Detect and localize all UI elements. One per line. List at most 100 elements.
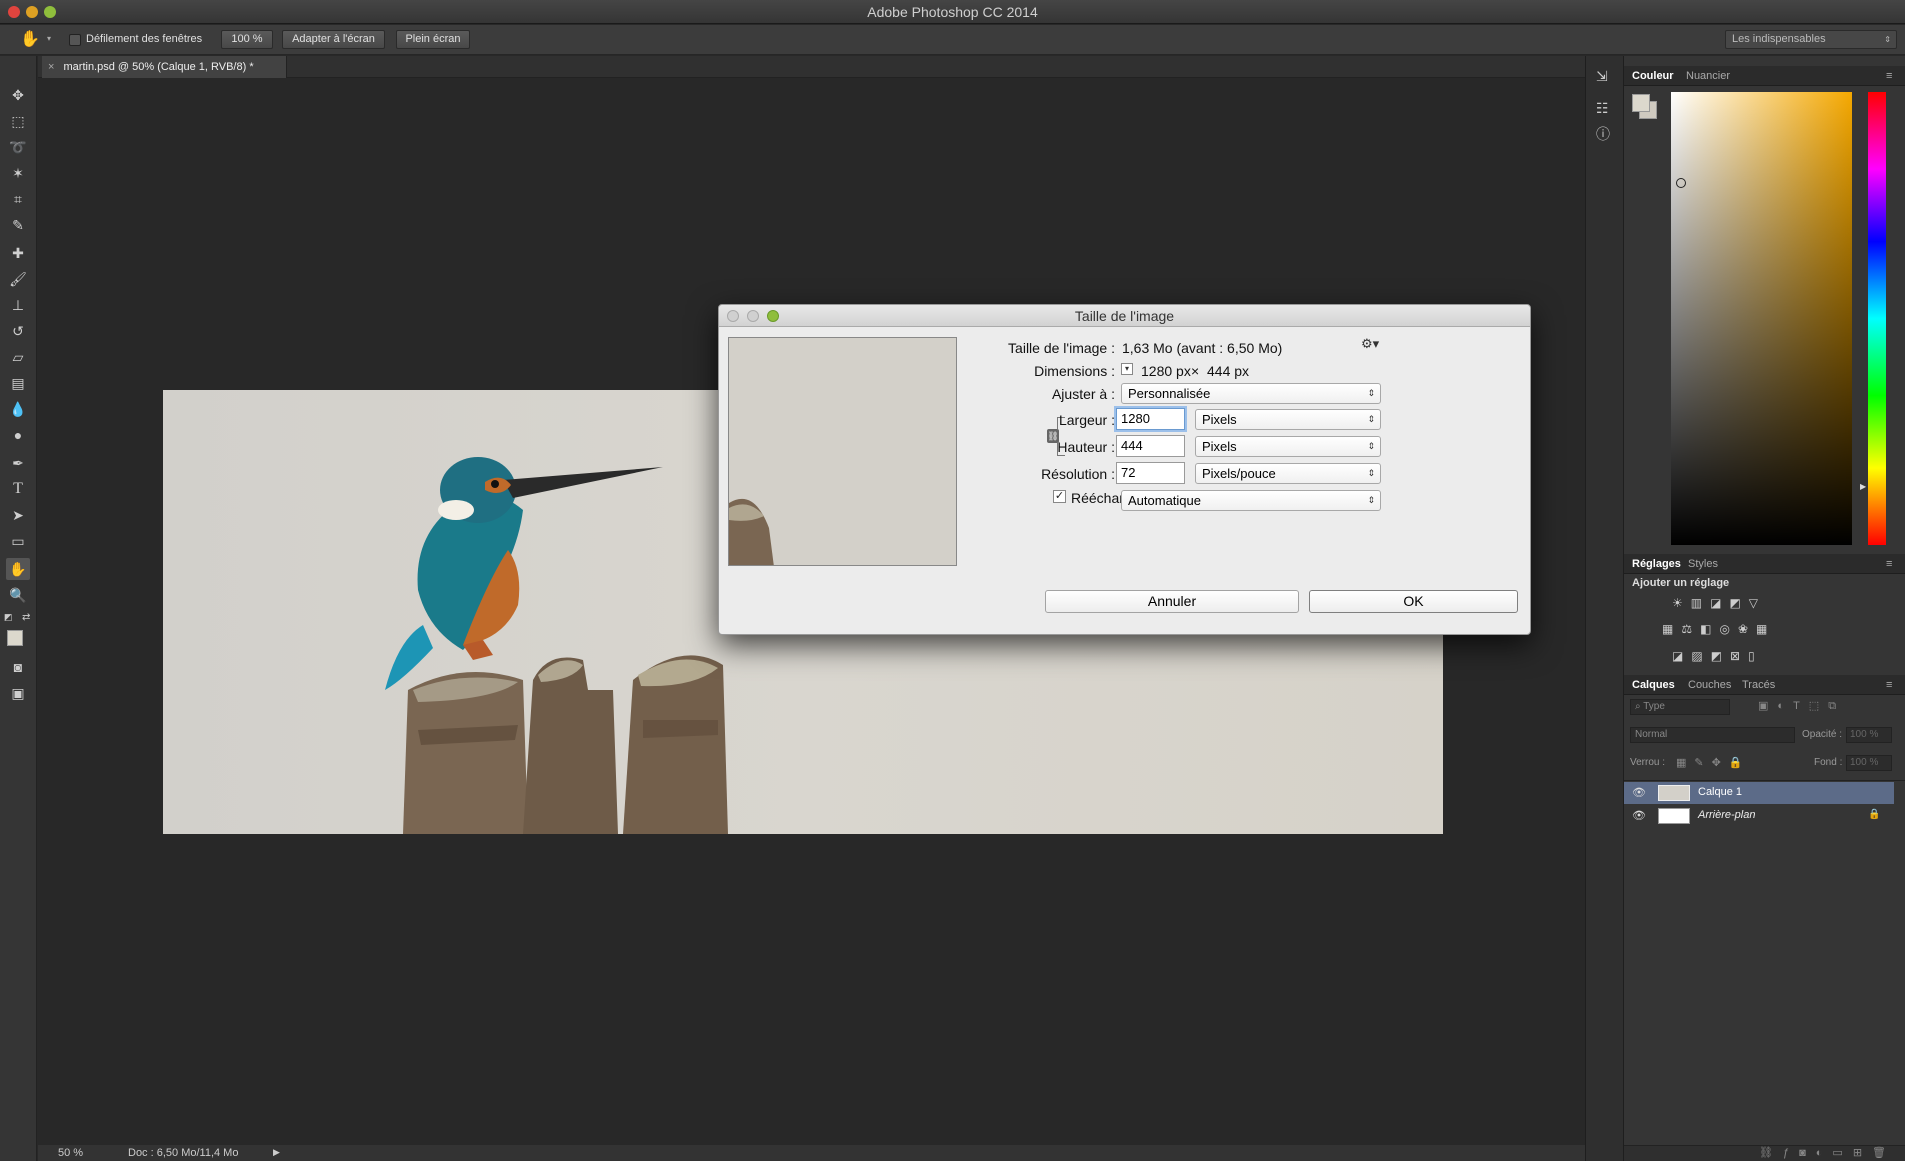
tab-channels[interactable]: Couches <box>1688 679 1731 691</box>
scroll-all-windows-checkbox[interactable] <box>69 34 81 46</box>
tab-layers[interactable]: Calques <box>1632 679 1675 691</box>
channel-mixer-icon[interactable]: ❀ <box>1738 622 1756 636</box>
screen-mode-icon[interactable]: ▣ <box>6 682 30 704</box>
clone-stamp-tool-icon[interactable]: ⊥ <box>6 294 30 316</box>
height-unit-select[interactable]: Pixels ⇕ <box>1195 436 1381 457</box>
brightness-icon[interactable]: ☀ <box>1672 596 1691 610</box>
eraser-tool-icon[interactable]: ▱ <box>6 346 30 368</box>
tab-swatches[interactable]: Nuancier <box>1686 70 1730 82</box>
panel-menu-icon[interactable]: ≡ <box>1886 679 1892 691</box>
hand-tool-icon[interactable]: ✋ <box>6 558 30 580</box>
fill-input[interactable]: 100 % <box>1846 755 1892 771</box>
hue-slider[interactable] <box>1868 92 1886 545</box>
resolution-input[interactable]: 72 <box>1116 462 1185 484</box>
black-white-icon[interactable]: ◧ <box>1700 622 1719 636</box>
pen-tool-icon[interactable]: ✒ <box>6 452 30 474</box>
panel-menu-icon[interactable]: ≡ <box>1886 558 1892 570</box>
tab-color[interactable]: Couleur <box>1632 70 1674 82</box>
rectangle-tool-icon[interactable]: ▭ <box>6 530 30 552</box>
layer-filter-select[interactable]: ⌕ Type <box>1630 699 1730 715</box>
zoom-100-button[interactable]: 100 % <box>221 30 273 49</box>
healing-brush-tool-icon[interactable]: ✚ <box>6 242 30 264</box>
delete-layer-icon[interactable]: 🗑 <box>1872 1147 1896 1159</box>
fx-icon[interactable]: ƒ <box>1783 1147 1799 1159</box>
curves-icon[interactable]: ◪ <box>1710 596 1729 610</box>
link-layers-icon[interactable]: ⛓ <box>1759 1147 1783 1159</box>
type-filter-icon[interactable]: T <box>1793 700 1809 712</box>
exposure-icon[interactable]: ◩ <box>1729 596 1748 610</box>
resample-checkbox[interactable]: ✓ <box>1053 490 1066 503</box>
opacity-input[interactable]: 100 % <box>1846 727 1892 743</box>
blend-mode-select[interactable]: Normal <box>1630 727 1795 743</box>
status-menu-arrow-icon[interactable]: ▶ <box>273 1147 280 1158</box>
lock-pixels-icon[interactable]: ✎ <box>1694 757 1711 769</box>
marquee-tool-icon[interactable]: ⬚ <box>6 110 30 132</box>
eye-icon[interactable]: 👁 <box>1632 786 1646 799</box>
layer-name[interactable]: Arrière-plan <box>1698 809 1755 821</box>
invert-icon[interactable]: ◪ <box>1672 649 1691 663</box>
eyedropper-tool-icon[interactable]: ✎ <box>6 214 30 236</box>
quick-mask-icon[interactable]: ◙ <box>6 656 30 678</box>
height-input[interactable]: 444 <box>1116 435 1185 457</box>
tab-styles[interactable]: Styles <box>1688 558 1718 570</box>
gradient-map-icon[interactable]: ▯ <box>1748 649 1763 663</box>
move-tool-icon[interactable]: ✥ <box>6 84 30 106</box>
lock-transparency-icon[interactable]: ▦ <box>1676 757 1694 769</box>
default-colors-icon[interactable]: ◩ <box>4 612 13 623</box>
hue-slider-marker-icon[interactable]: ▶ <box>1860 482 1866 491</box>
dialog-minimize-button[interactable] <box>747 310 759 322</box>
posterize-icon[interactable]: ▨ <box>1691 649 1710 663</box>
gear-icon[interactable]: ⚙▾ <box>1361 336 1379 352</box>
dodge-tool-icon[interactable]: ● <box>6 424 30 446</box>
fit-screen-button[interactable]: Adapter à l'écran <box>282 30 385 49</box>
photo-filter-icon[interactable]: ◎ <box>1719 622 1737 636</box>
zoom-level[interactable]: 50 % <box>58 1147 83 1159</box>
color-field[interactable] <box>1671 92 1852 545</box>
magic-wand-tool-icon[interactable]: ✶ <box>6 162 30 184</box>
lasso-tool-icon[interactable]: ➰ <box>6 136 30 158</box>
tab-paths[interactable]: Tracés <box>1742 679 1775 691</box>
dialog-close-button[interactable] <box>727 310 739 322</box>
tab-adjustments[interactable]: Réglages <box>1632 558 1681 570</box>
gradient-tool-icon[interactable]: ▤ <box>6 372 30 394</box>
panel-menu-icon[interactable]: ≡ <box>1886 70 1892 82</box>
lock-position-icon[interactable]: ✥ <box>1712 757 1729 769</box>
history-panel-icon[interactable]: ⇲ <box>1596 68 1608 85</box>
hand-tool-icon[interactable]: ✋ <box>20 29 40 49</box>
color-balance-icon[interactable]: ⚖ <box>1681 622 1700 636</box>
history-brush-tool-icon[interactable]: ↺ <box>6 320 30 342</box>
vibrance-icon[interactable]: ▽ <box>1749 596 1766 610</box>
threshold-icon[interactable]: ◩ <box>1711 649 1730 663</box>
dimensions-unit-dropdown[interactable]: ▾ <box>1121 363 1133 375</box>
foreground-color-swatch[interactable] <box>7 630 23 646</box>
shape-filter-icon[interactable]: ⬚ <box>1809 700 1828 712</box>
layer-row[interactable]: 👁 Arrière-plan 🔒 <box>1624 805 1894 827</box>
color-lookup-icon[interactable]: ▦ <box>1756 622 1775 636</box>
dialog-zoom-button[interactable] <box>767 310 779 322</box>
resample-select[interactable]: Automatique ⇕ <box>1121 490 1381 511</box>
width-input[interactable]: 1280 <box>1116 408 1185 430</box>
swap-colors-icon[interactable]: ⇄ <box>22 612 30 623</box>
levels-icon[interactable]: ▥ <box>1691 596 1710 610</box>
crop-tool-icon[interactable]: ⌗ <box>6 188 30 210</box>
lock-all-icon[interactable]: 🔒 <box>1729 757 1751 769</box>
adjustment-filter-icon[interactable]: ◐ <box>1777 700 1793 712</box>
ok-button[interactable]: OK <box>1309 590 1518 613</box>
layer-name[interactable]: Calque 1 <box>1698 786 1742 798</box>
brush-tool-icon[interactable]: 🖌 <box>6 268 30 290</box>
eye-icon[interactable]: 👁 <box>1632 809 1646 822</box>
info-panel-icon[interactable]: ⓘ <box>1596 124 1610 144</box>
pixel-filter-icon[interactable]: ▣ <box>1758 700 1777 712</box>
tool-preset-chevron-icon[interactable]: ▾ <box>47 34 51 43</box>
add-mask-icon[interactable]: ◙ <box>1799 1147 1816 1159</box>
full-screen-button[interactable]: Plein écran <box>396 30 470 49</box>
resolution-unit-select[interactable]: Pixels/pouce ⇕ <box>1195 463 1381 484</box>
properties-panel-icon[interactable]: ☷ <box>1596 100 1609 117</box>
close-tab-icon[interactable]: × <box>48 61 54 73</box>
blur-tool-icon[interactable]: 💧 <box>6 398 30 420</box>
layer-row-selected[interactable]: 👁 Calque 1 <box>1624 782 1894 804</box>
hue-saturation-icon[interactable]: ▦ <box>1662 622 1681 636</box>
new-layer-icon[interactable]: ⊞ <box>1853 1147 1872 1159</box>
foreground-color-swatch[interactable] <box>1632 94 1650 112</box>
workspace-select[interactable]: Les indispensables ⇕ <box>1725 30 1897 49</box>
